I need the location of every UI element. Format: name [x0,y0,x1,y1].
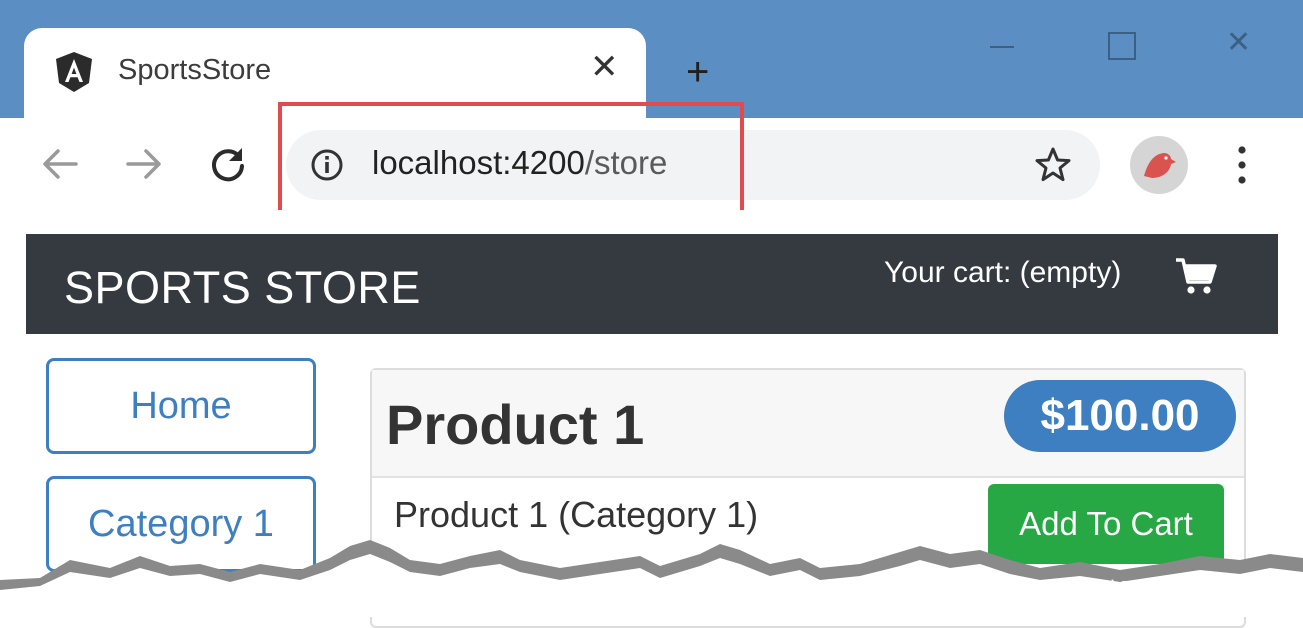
cart-summary: Your cart: (empty) [884,256,1122,289]
more-menu-icon[interactable] [1232,140,1252,190]
url-highlight-box [278,102,744,224]
window-titlebar: SportsStore ✕ + ✕ [0,0,1303,120]
window-close-icon[interactable]: ✕ [1226,28,1251,58]
back-arrow-icon[interactable] [38,142,82,186]
maximize-icon[interactable] [1108,32,1136,60]
new-tab-icon[interactable]: + [686,52,709,92]
watermark-text: 掘金技术社区 @ 布客飞龙 [1000,579,1278,606]
forward-arrow-icon[interactable] [122,142,166,186]
price-badge: $100.00 [1004,380,1236,452]
brand-title[interactable]: SPORTS STORE [64,262,421,314]
bookmark-star-icon[interactable] [1034,146,1072,184]
tab-close-icon[interactable]: ✕ [590,50,619,84]
minimize-icon[interactable] [990,46,1014,48]
shopping-cart-icon[interactable] [1174,256,1218,296]
reload-icon[interactable] [206,142,250,186]
category-button-home[interactable]: Home [46,358,316,454]
bird-icon [1144,153,1176,178]
angular-logo-icon [56,52,92,92]
store-navbar: SPORTS STORE Your cart: (empty) [26,234,1278,334]
product-name: Product 1 [386,393,645,456]
tab-title: SportsStore [118,54,272,86]
profile-avatar[interactable] [1130,136,1188,194]
product-card-header: Product 1 $100.00 [372,370,1244,478]
